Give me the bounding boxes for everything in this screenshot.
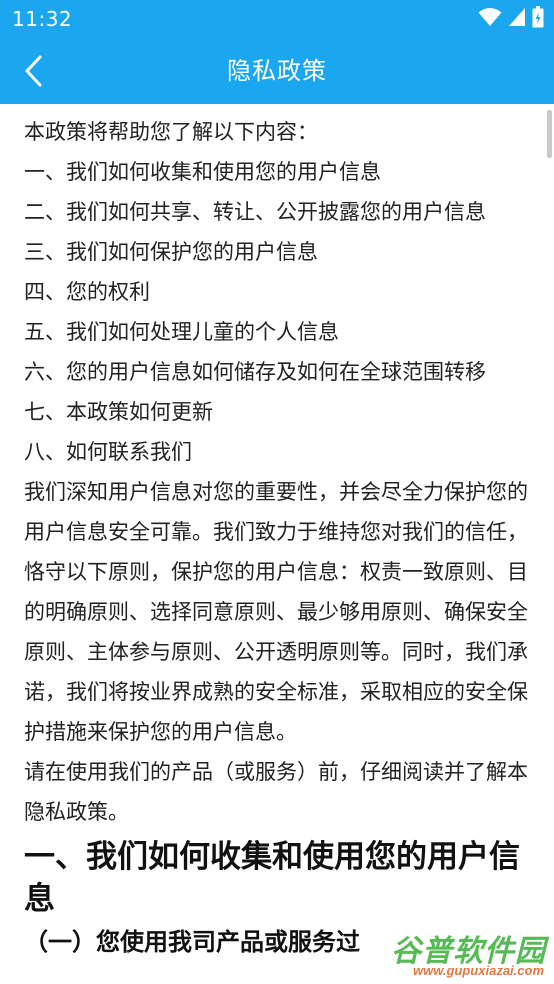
toc-item: 六、您的用户信息如何储存及如何在全球范围转移 (24, 360, 486, 384)
toc-item: 四、您的权利 (24, 280, 150, 304)
status-bar: 11:32 (0, 0, 554, 38)
toc-item: 二、我们如何共享、转让、公开披露您的用户信息 (24, 200, 486, 224)
status-time: 11:32 (12, 7, 73, 31)
policy-content[interactable]: 本政策将帮助您了解以下内容： 一、我们如何收集和使用您的用户信息 二、我们如何共… (0, 104, 554, 984)
toc-item: 一、我们如何收集和使用您的用户信息 (24, 160, 381, 184)
read-notice-paragraph: 请在使用我们的产品（或服务）前，仔细阅读并了解本隐私政策。 (24, 760, 528, 824)
battery-icon (532, 6, 544, 32)
policy-text: 本政策将帮助您了解以下内容： 一、我们如何收集和使用您的用户信息 二、我们如何共… (0, 104, 554, 962)
section-heading: 一、我们如何收集和使用您的用户信息 (24, 839, 520, 917)
page-title: 隐私政策 (227, 57, 327, 85)
wifi-icon (478, 7, 502, 31)
toc-item: 三、我们如何保护您的用户信息 (24, 240, 318, 264)
subsection-heading: （一）您使用我司产品或服务过 (24, 928, 360, 956)
principles-paragraph: 我们深知用户信息对您的重要性，并会尽全力保护您的用户信息安全可靠。我们致力于维持… (24, 480, 528, 744)
status-icons (478, 6, 544, 32)
signal-icon (508, 7, 526, 31)
intro-text: 本政策将帮助您了解以下内容： (24, 120, 318, 144)
scrollbar[interactable] (547, 110, 552, 158)
toc-item: 七、本政策如何更新 (24, 400, 213, 424)
privacy-policy-screen: 11:32 隐私政策 本政策将帮助您了解以下内容： 一、我们如何收集和使用您的用… (0, 0, 554, 984)
toc-item: 五、我们如何处理儿童的个人信息 (24, 320, 339, 344)
toc-item: 八、如何联系我们 (24, 440, 192, 464)
app-bar: 隐私政策 (0, 38, 554, 104)
